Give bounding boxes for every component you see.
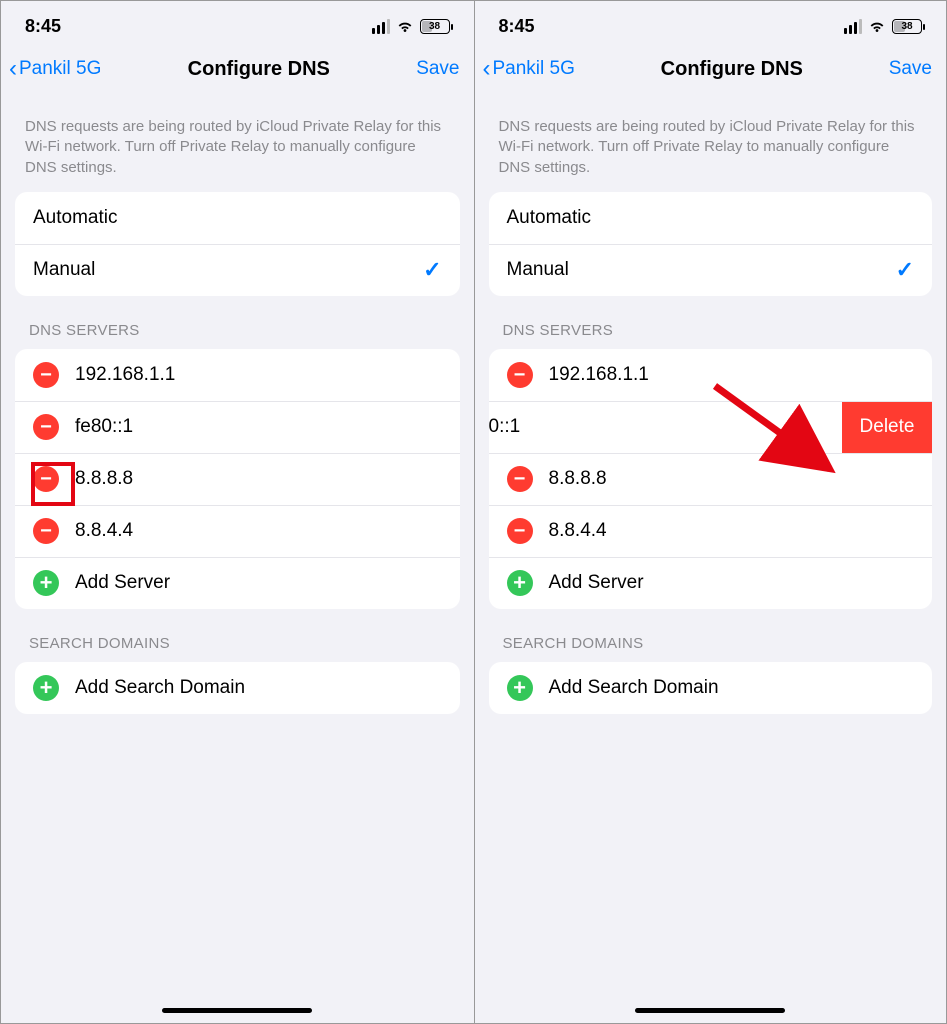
home-indicator[interactable] [635,1008,785,1013]
status-bar: 8:45 38 [1,1,474,51]
dns-row[interactable]: − fe80::1 [15,401,460,453]
add-server-label: Add Server [75,572,170,594]
remove-icon[interactable]: − [507,466,533,492]
add-server-label: Add Server [549,572,644,594]
page-title: Configure DNS [188,58,330,81]
checkmark-icon: ✓ [423,257,441,283]
status-time: 8:45 [25,16,61,37]
battery-icon: 38 [420,19,450,34]
save-button[interactable]: Save [889,58,932,80]
info-text: DNS requests are being routed by iCloud … [475,95,947,192]
mode-automatic[interactable]: Automatic [489,192,933,244]
search-domains-group: + Add Search Domain [15,662,460,714]
mode-manual-label: Manual [33,259,95,281]
dns-row[interactable]: − 192.168.1.1 [15,349,460,401]
remove-icon[interactable]: − [507,518,533,544]
add-icon[interactable]: + [507,675,533,701]
dns-servers-group: − 192.168.1.1 − fe80::1 − 8.8.8.8 − 8.8.… [15,349,460,609]
back-button[interactable]: ‹ Pankil 5G [483,57,575,81]
mode-automatic-label: Automatic [507,207,591,229]
mode-manual-label: Manual [507,259,569,281]
cellular-signal-icon [372,19,390,34]
info-text: DNS requests are being routed by iCloud … [1,95,474,192]
dns-value: fe80::1 [75,416,133,438]
dns-value: 0::1 [489,416,521,438]
add-server-row[interactable]: + Add Server [15,557,460,609]
dns-servers-group: − 192.168.1.1 0::1 Delete − 8.8.8.8 − 8.… [489,349,933,609]
search-domains-group: + Add Search Domain [489,662,933,714]
remove-icon[interactable]: − [33,362,59,388]
add-search-domain-label: Add Search Domain [75,677,245,699]
dns-mode-group: Automatic Manual ✓ [15,192,460,296]
search-domains-header: SEARCH DOMAINS [1,635,474,662]
screenshot-right: 8:45 38 ‹ Pankil 5G Configure DNS Save D… [474,1,947,1023]
mode-manual[interactable]: Manual ✓ [489,244,933,296]
checkmark-icon: ✓ [896,257,914,283]
back-label: Pankil 5G [493,58,575,80]
dns-row[interactable]: − 8.8.8.8 [15,453,460,505]
status-time: 8:45 [499,16,535,37]
dns-value: 192.168.1.1 [549,364,649,386]
nav-bar: ‹ Pankil 5G Configure DNS Save [475,51,947,95]
home-indicator[interactable] [162,1008,312,1013]
back-label: Pankil 5G [19,58,101,80]
search-domains-header: SEARCH DOMAINS [475,635,947,662]
status-icons: 38 [844,17,922,35]
chevron-left-icon: ‹ [483,57,491,81]
dns-value: 8.8.8.8 [75,468,133,490]
back-button[interactable]: ‹ Pankil 5G [9,57,101,81]
delete-button[interactable]: Delete [842,402,932,453]
screenshot-left: 8:45 38 ‹ Pankil 5G Configure DNS Save D… [1,1,474,1023]
remove-icon[interactable]: − [33,414,59,440]
battery-icon: 38 [892,19,922,34]
dns-row[interactable]: − 8.8.4.4 [15,505,460,557]
mode-automatic[interactable]: Automatic [15,192,460,244]
status-bar: 8:45 38 [475,1,947,51]
dns-servers-header: DNS SERVERS [475,322,947,349]
dns-mode-group: Automatic Manual ✓ [489,192,933,296]
add-server-row[interactable]: + Add Server [489,557,933,609]
chevron-left-icon: ‹ [9,57,17,81]
dns-row[interactable]: − 8.8.4.4 [489,505,933,557]
page-title: Configure DNS [661,58,803,81]
cellular-signal-icon [844,19,862,34]
add-search-domain-row[interactable]: + Add Search Domain [15,662,460,714]
dns-value: 192.168.1.1 [75,364,175,386]
remove-icon[interactable]: − [33,518,59,544]
mode-automatic-label: Automatic [33,207,117,229]
mode-manual[interactable]: Manual ✓ [15,244,460,296]
dns-value: 8.8.4.4 [75,520,133,542]
add-icon[interactable]: + [33,570,59,596]
wifi-icon [396,17,414,35]
remove-icon[interactable]: − [507,362,533,388]
dns-value: 8.8.8.8 [549,468,607,490]
add-icon[interactable]: + [507,570,533,596]
dns-value: 8.8.4.4 [549,520,607,542]
add-search-domain-label: Add Search Domain [549,677,719,699]
wifi-icon [868,17,886,35]
remove-icon[interactable]: − [33,466,59,492]
save-button[interactable]: Save [416,58,459,80]
nav-bar: ‹ Pankil 5G Configure DNS Save [1,51,474,95]
dns-row-swiped[interactable]: 0::1 Delete [489,401,933,453]
dns-row[interactable]: − 192.168.1.1 [489,349,933,401]
add-icon[interactable]: + [33,675,59,701]
status-icons: 38 [372,17,450,35]
add-search-domain-row[interactable]: + Add Search Domain [489,662,933,714]
dns-row[interactable]: − 8.8.8.8 [489,453,933,505]
dns-servers-header: DNS SERVERS [1,322,474,349]
